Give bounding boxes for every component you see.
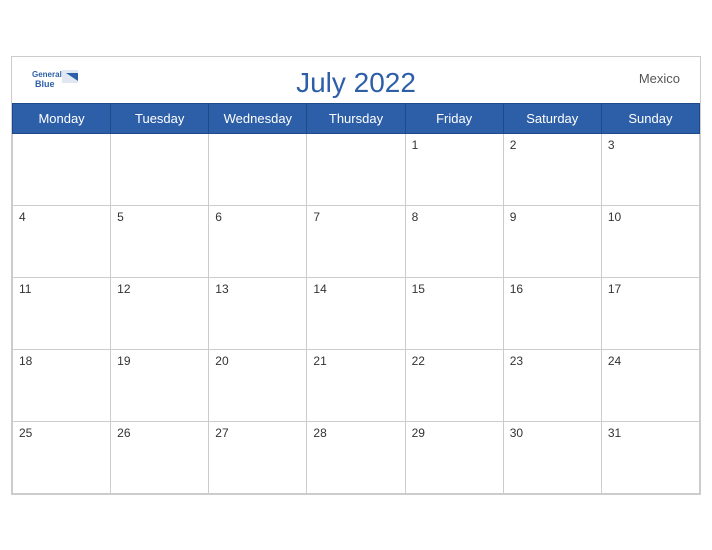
day-number: 8	[412, 210, 419, 224]
day-number: 26	[117, 426, 130, 440]
header-sunday: Sunday	[601, 103, 699, 133]
calendar-day-cell: 9	[503, 205, 601, 277]
calendar-day-cell: 28	[307, 421, 405, 493]
day-number: 25	[19, 426, 32, 440]
day-number: 27	[215, 426, 228, 440]
day-number: 24	[608, 354, 621, 368]
calendar-day-cell: 20	[209, 349, 307, 421]
day-number: 9	[510, 210, 517, 224]
calendar-day-cell: 16	[503, 277, 601, 349]
day-number: 22	[412, 354, 425, 368]
logo: General Blue	[32, 65, 82, 97]
calendar-table: Monday Tuesday Wednesday Thursday Friday…	[12, 103, 700, 494]
calendar-week-row: 18 19 20 21 22 23 24	[13, 349, 700, 421]
day-number: 1	[412, 138, 419, 152]
calendar-day-cell: 18	[13, 349, 111, 421]
calendar-day-cell: 15	[405, 277, 503, 349]
calendar-day-cell: 30	[503, 421, 601, 493]
calendar-day-cell: 4	[13, 205, 111, 277]
calendar-day-cell: 31	[601, 421, 699, 493]
weekday-header-row: Monday Tuesday Wednesday Thursday Friday…	[13, 103, 700, 133]
day-number: 3	[608, 138, 615, 152]
calendar-week-row: 1 2 3	[13, 133, 700, 205]
day-number: 11	[19, 282, 31, 296]
day-number: 5	[117, 210, 124, 224]
calendar-day-cell: 1	[405, 133, 503, 205]
header-wednesday: Wednesday	[209, 103, 307, 133]
day-number: 13	[215, 282, 228, 296]
calendar-day-cell: 22	[405, 349, 503, 421]
day-number: 28	[313, 426, 326, 440]
calendar-day-cell	[209, 133, 307, 205]
calendar-day-cell	[13, 133, 111, 205]
calendar-day-cell: 12	[111, 277, 209, 349]
day-number: 4	[19, 210, 26, 224]
logo-icon: General Blue	[32, 65, 82, 97]
header-monday: Monday	[13, 103, 111, 133]
day-number: 15	[412, 282, 425, 296]
day-number: 31	[608, 426, 621, 440]
calendar-week-row: 25 26 27 28 29 30 31	[13, 421, 700, 493]
calendar-header: General Blue July 2022 Mexico	[12, 57, 700, 103]
day-number: 2	[510, 138, 517, 152]
day-number: 7	[313, 210, 320, 224]
calendar-day-cell: 25	[13, 421, 111, 493]
calendar-week-row: 4 5 6 7 8 9 10	[13, 205, 700, 277]
calendar-day-cell	[111, 133, 209, 205]
day-number: 17	[608, 282, 621, 296]
svg-text:Blue: Blue	[35, 79, 55, 89]
calendar-day-cell: 2	[503, 133, 601, 205]
day-number: 12	[117, 282, 130, 296]
calendar-day-cell: 24	[601, 349, 699, 421]
day-number: 29	[412, 426, 425, 440]
calendar: General Blue July 2022 Mexico Monday Tue…	[11, 56, 701, 495]
day-number: 30	[510, 426, 523, 440]
day-number: 6	[215, 210, 222, 224]
svg-text:General: General	[32, 70, 62, 79]
day-number: 21	[313, 354, 326, 368]
calendar-day-cell	[307, 133, 405, 205]
calendar-day-cell: 10	[601, 205, 699, 277]
header-saturday: Saturday	[503, 103, 601, 133]
day-number: 18	[19, 354, 32, 368]
day-number: 19	[117, 354, 130, 368]
calendar-day-cell: 14	[307, 277, 405, 349]
calendar-day-cell: 19	[111, 349, 209, 421]
calendar-day-cell: 3	[601, 133, 699, 205]
calendar-day-cell: 17	[601, 277, 699, 349]
calendar-title: July 2022	[296, 67, 416, 99]
calendar-day-cell: 6	[209, 205, 307, 277]
calendar-day-cell: 23	[503, 349, 601, 421]
calendar-day-cell: 8	[405, 205, 503, 277]
header-thursday: Thursday	[307, 103, 405, 133]
day-number: 10	[608, 210, 621, 224]
calendar-day-cell: 11	[13, 277, 111, 349]
day-number: 14	[313, 282, 326, 296]
calendar-week-row: 11 12 13 14 15 16 17	[13, 277, 700, 349]
header-tuesday: Tuesday	[111, 103, 209, 133]
calendar-day-cell: 29	[405, 421, 503, 493]
calendar-day-cell: 13	[209, 277, 307, 349]
calendar-day-cell: 26	[111, 421, 209, 493]
calendar-day-cell: 5	[111, 205, 209, 277]
calendar-day-cell: 7	[307, 205, 405, 277]
calendar-day-cell: 21	[307, 349, 405, 421]
day-number: 20	[215, 354, 228, 368]
country-label: Mexico	[639, 71, 680, 86]
calendar-day-cell: 27	[209, 421, 307, 493]
day-number: 23	[510, 354, 523, 368]
day-number: 16	[510, 282, 523, 296]
header-friday: Friday	[405, 103, 503, 133]
